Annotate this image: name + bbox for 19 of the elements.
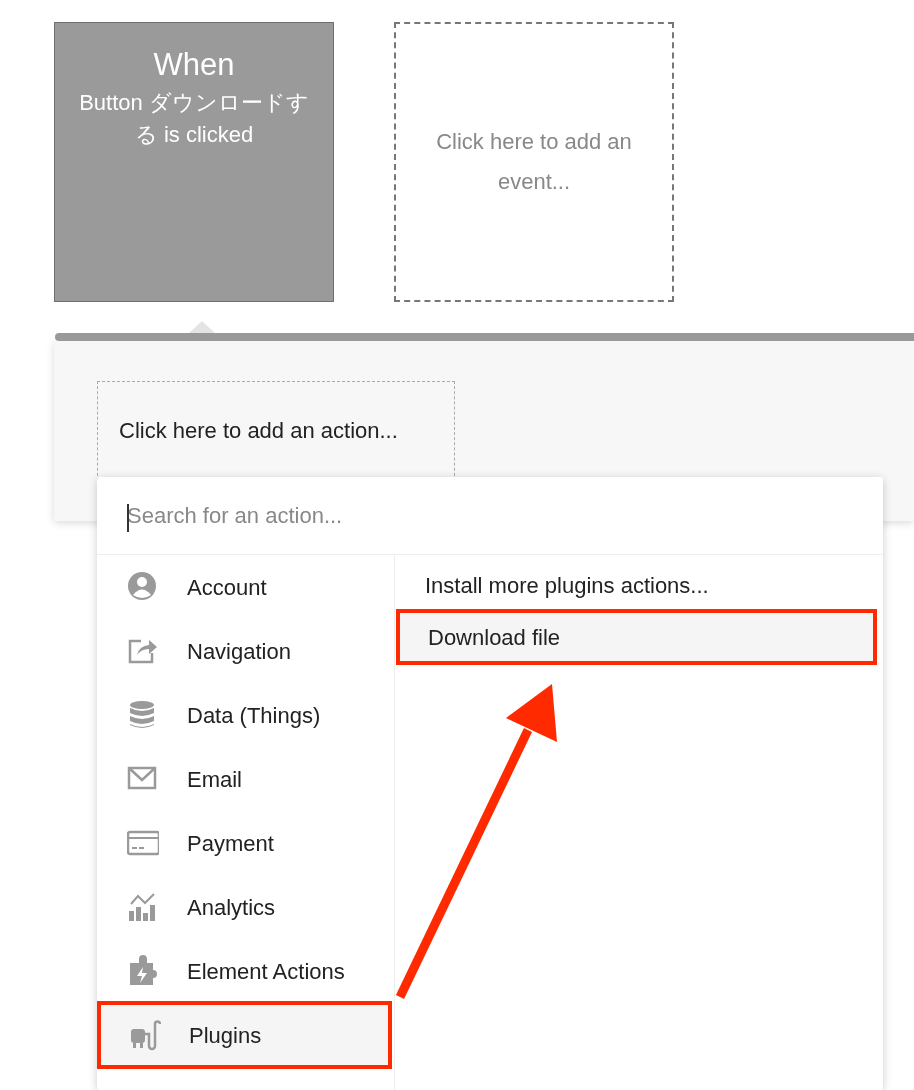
category-item[interactable]: Data (Things) bbox=[97, 683, 394, 747]
add-event-box[interactable]: Click here to add an event... bbox=[394, 22, 674, 302]
category-item[interactable]: Account bbox=[97, 555, 394, 619]
category-item[interactable]: Navigation bbox=[97, 619, 394, 683]
plug-icon bbox=[129, 1019, 161, 1051]
category-item[interactable]: Element Actions bbox=[97, 939, 394, 1003]
category-item[interactable]: Payment bbox=[97, 811, 394, 875]
action-item[interactable]: Download file bbox=[398, 611, 875, 663]
category-item[interactable]: Email bbox=[97, 747, 394, 811]
category-item[interactable]: Analytics bbox=[97, 875, 394, 939]
user-icon bbox=[127, 571, 159, 603]
event-title: When bbox=[153, 46, 235, 84]
pointer-notch bbox=[189, 321, 215, 333]
event-description: Button ダウンロードする is clicked bbox=[78, 89, 310, 149]
text-cursor bbox=[127, 503, 129, 532]
puzzle-piece-icon bbox=[127, 955, 159, 987]
search-field[interactable]: Search for an action... bbox=[127, 495, 847, 536]
category-item[interactable]: Plugins bbox=[99, 1003, 390, 1067]
action-item[interactable]: Install more plugins actions... bbox=[395, 559, 883, 611]
